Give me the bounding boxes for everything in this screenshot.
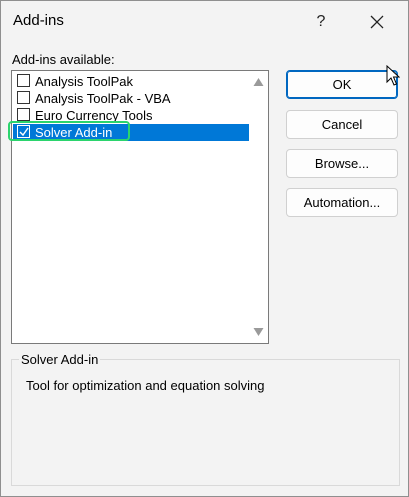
cancel-button[interactable]: Cancel [286,110,398,139]
add-ins-available-label: Add-ins available: [12,52,115,67]
mouse-cursor-icon [386,65,400,86]
title-bar: Add-ins ? [1,1,408,43]
add-ins-dialog: Add-ins ? Add-ins available: Analysis To… [0,0,409,497]
analysis-toolpak-vba-checkbox[interactable] [17,91,30,104]
analysis-toolpak-checkbox[interactable] [17,74,30,87]
help-icon: ? [316,13,326,30]
selection-highlight-outline [8,121,130,141]
ok-button[interactable]: OK [286,70,398,99]
list-item-analysis-toolpak[interactable]: Analysis ToolPak [13,73,249,90]
details-description: Tool for optimization and equation solvi… [26,378,265,393]
list-item-label: Analysis ToolPak [35,74,134,89]
browse-button[interactable]: Browse... [286,149,398,178]
details-title: Solver Add-in [19,352,101,367]
list-item-label: Analysis ToolPak - VBA [35,91,171,106]
help-button[interactable]: ? [303,8,339,36]
scroll-down-arrow-icon[interactable] [253,327,264,337]
automation-button[interactable]: Automation... [286,188,398,217]
euro-currency-tools-checkbox[interactable] [17,108,30,121]
list-item-analysis-toolpak-vba[interactable]: Analysis ToolPak - VBA [13,90,249,107]
add-ins-listbox[interactable]: Analysis ToolPak Analysis ToolPak - VBA … [11,70,269,344]
close-button[interactable] [357,8,397,36]
list-scrollbar[interactable] [250,72,267,342]
dialog-title: Add-ins [13,12,64,29]
scroll-up-arrow-icon[interactable] [253,77,264,87]
close-icon [370,15,384,29]
